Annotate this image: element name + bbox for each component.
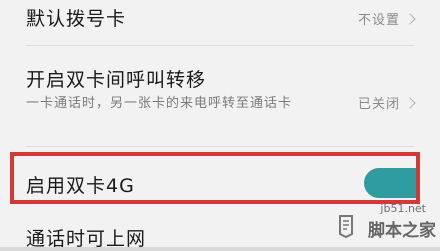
watermark-url: jb51.net xyxy=(380,202,426,215)
default-dial-card-title: 默认拨号卡 xyxy=(26,8,127,30)
chevron-right-icon xyxy=(404,13,416,25)
call-forwarding-value: 已关闭 xyxy=(357,93,416,112)
call-forwarding-title: 开启双卡间呼叫转移 xyxy=(26,69,207,91)
chevron-right-icon xyxy=(404,97,416,109)
call-forwarding-description: 一卡通话时，另一张卡的来电呼转至通话卡 xyxy=(26,96,293,111)
watermark: jb51.net 脚本之家 xyxy=(339,202,436,244)
settings-screen: 默认拨号卡 不设置 开启双卡间呼叫转移 一卡通话时，另一张卡的来电呼转至通话卡 … xyxy=(0,0,440,250)
divider xyxy=(26,146,414,147)
default-dial-card-value-text: 不设置 xyxy=(357,13,400,28)
script-house-logo-icon xyxy=(339,215,353,238)
default-dial-card-row[interactable]: 默认拨号卡 不设置 xyxy=(0,0,440,38)
watermark-site: 脚本之家 xyxy=(368,221,436,241)
highlight-box xyxy=(10,152,420,204)
default-dial-card-value: 不设置 xyxy=(357,9,416,28)
call-forwarding-value-text: 已关闭 xyxy=(357,97,400,112)
call-forwarding-row[interactable]: 开启双卡间呼叫转移 一卡通话时，另一张卡的来电呼转至通话卡 已关闭 xyxy=(0,46,440,146)
